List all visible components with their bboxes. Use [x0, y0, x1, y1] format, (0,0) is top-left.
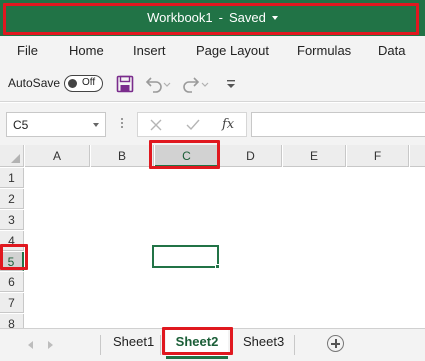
enter-check-icon[interactable] [186, 119, 200, 131]
row-header-1[interactable]: 1 [0, 168, 24, 188]
save-icon[interactable] [116, 74, 134, 94]
row-header-8[interactable]: 8 [0, 314, 24, 328]
resize-handle-icon[interactable] [120, 116, 124, 132]
chevron-down-icon[interactable] [93, 123, 99, 127]
add-sheet-icon[interactable] [327, 335, 344, 352]
insert-function-button[interactable]: fx [222, 117, 234, 132]
row-header-2[interactable]: 2 [0, 189, 24, 209]
save-status: Saved [228, 10, 266, 25]
column-header-d[interactable]: D [220, 145, 282, 167]
workbook-title[interactable]: Workbook1- Saved [0, 0, 425, 36]
tab-home[interactable]: Home [69, 43, 104, 58]
column-header-g[interactable] [410, 145, 425, 167]
sheet-tab-sheet3[interactable]: Sheet3 [243, 334, 284, 349]
row-header-6[interactable]: 6 [0, 272, 24, 292]
undo-icon[interactable] [144, 74, 172, 94]
formula-buttons: fx [137, 112, 247, 137]
row-header-3[interactable]: 3 [0, 210, 24, 230]
name-box[interactable]: C5 [6, 112, 106, 137]
tab-formulas[interactable]: Formulas [297, 43, 351, 58]
tab-divider [294, 335, 295, 355]
tab-insert[interactable]: Insert [133, 43, 166, 58]
tab-data[interactable]: Data [378, 43, 405, 58]
row-header-5[interactable]: 5 [0, 252, 24, 271]
column-header-a[interactable]: A [25, 145, 90, 167]
column-header-e[interactable]: E [283, 145, 346, 167]
row-header-4[interactable]: 4 [0, 231, 24, 251]
autosave-toggle[interactable]: Off [64, 75, 103, 92]
column-header-c[interactable]: C [155, 145, 219, 167]
row-header-7[interactable]: 7 [0, 293, 24, 313]
cancel-icon[interactable] [150, 119, 162, 131]
ribbon-tabs: File Home Insert Page Layout Formulas Da… [0, 36, 425, 66]
tab-divider [160, 335, 161, 355]
workbook-name: Workbook1 [147, 10, 213, 25]
formula-bar: C5 fx [0, 103, 425, 145]
autosave-state: Off [82, 77, 96, 88]
select-all-triangle-icon [11, 154, 20, 163]
column-header-f[interactable]: F [347, 145, 409, 167]
fill-handle[interactable] [215, 264, 220, 269]
sheet-tab-bar: Sheet1 Sheet2 Sheet3 [0, 328, 425, 361]
sheet-tab-sheet2[interactable]: Sheet2 [166, 329, 228, 359]
active-cell-c5[interactable] [152, 245, 219, 268]
sheet-tab-sheet1[interactable]: Sheet1 [113, 334, 154, 349]
quick-access-toolbar: AutoSave Off [0, 66, 425, 102]
chevron-right-icon[interactable] [48, 341, 53, 349]
select-all-button[interactable] [0, 145, 24, 167]
title-bar: Workbook1- Saved [0, 0, 425, 36]
worksheet-grid: A B C D E F 1 2 3 4 5 6 7 8 [0, 145, 425, 328]
cell-area[interactable] [25, 168, 425, 328]
chevron-left-icon[interactable] [28, 341, 33, 349]
tab-file[interactable]: File [17, 43, 38, 58]
formula-input[interactable] [251, 112, 425, 137]
name-box-value: C5 [13, 118, 29, 132]
column-header-b[interactable]: B [91, 145, 154, 167]
tab-page-layout[interactable]: Page Layout [196, 43, 269, 58]
customize-qat-icon[interactable] [224, 74, 238, 94]
title-separator: - [218, 10, 223, 25]
redo-icon[interactable] [182, 74, 210, 94]
toggle-knob [68, 79, 77, 88]
autosave-label: AutoSave [8, 76, 61, 90]
chevron-down-icon[interactable] [271, 15, 278, 20]
tab-divider [100, 335, 101, 355]
